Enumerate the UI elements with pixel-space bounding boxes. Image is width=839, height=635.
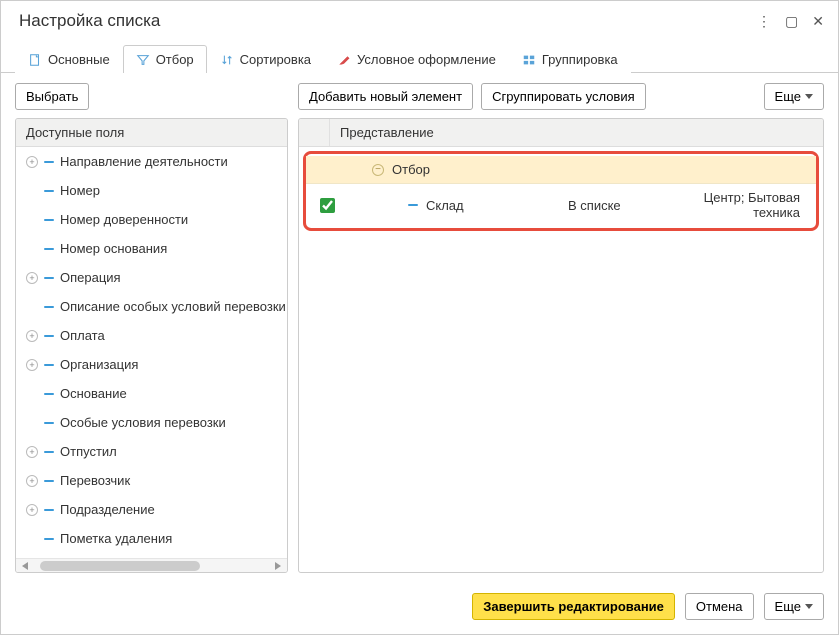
field-label: Отпустил [60,444,117,459]
footer: Завершить редактирование Отмена Еще [1,583,838,630]
finish-button[interactable]: Завершить редактирование [472,593,675,620]
field-label: Основание [60,386,127,401]
field-row[interactable]: + Подразделение [16,495,287,524]
field-row[interactable]: + Направление деятельности [16,147,287,176]
titlebar: Настройка списка ⋮ ▢ ✕ [1,1,838,39]
field-icon [44,161,54,163]
condition-value: Центр; Бытовая техника [688,190,806,220]
field-label: Номер доверенности [60,212,188,227]
tab-grouping[interactable]: Группировка [509,45,631,73]
field-row[interactable]: + Отпустил [16,437,287,466]
field-label: Направление деятельности [60,154,228,169]
maximize-icon[interactable]: ▢ [785,14,798,28]
cancel-button[interactable]: Отмена [685,593,754,620]
field-label: Операция [60,270,121,285]
tab-conditional[interactable]: Условное оформление [324,45,509,73]
field-icon [44,306,54,308]
group-icon [522,53,536,67]
field-icon [44,277,54,279]
field-label: Перевозчик [60,473,130,488]
field-icon [44,538,54,540]
horizontal-scrollbar[interactable] [16,558,287,572]
field-row[interactable]: + Оплата [16,321,287,350]
collapse-icon[interactable]: − [372,164,384,176]
expand-icon[interactable]: + [26,475,38,487]
tab-label: Сортировка [240,52,311,67]
expand-icon[interactable]: + [26,446,38,458]
tab-bar: Основные Отбор Сортировка Условное оформ… [1,39,838,73]
field-icon [44,219,54,221]
field-icon [44,422,54,424]
field-row[interactable]: +Пометка удаления [16,524,287,553]
condition-field: Склад [426,198,464,213]
column-header: Представление [329,119,823,146]
group-conditions-button[interactable]: Сгруппировать условия [481,83,646,110]
document-icon [28,53,42,67]
expand-icon[interactable]: + [26,330,38,342]
field-icon [44,248,54,250]
field-row[interactable]: +Описание особых условий перевозки [16,292,287,321]
close-icon[interactable]: ✕ [812,14,824,28]
field-row[interactable]: + Перевозчик [16,466,287,495]
kebab-menu-icon[interactable]: ⋮ [757,14,771,28]
expand-icon[interactable]: + [26,272,38,284]
available-fields-panel: Доступные поля + Направление деятельности… [15,118,288,573]
field-icon [44,480,54,482]
window-title: Настройка списка [19,11,757,31]
field-row[interactable]: + Операция [16,263,287,292]
tab-sort[interactable]: Сортировка [207,45,324,73]
field-row[interactable]: +Номер основания [16,234,287,263]
filter-condition-row[interactable]: Склад В списке Центр; Бытовая техника [306,184,816,226]
field-icon [44,364,54,366]
field-label: Пометка удаления [60,531,172,546]
field-row[interactable]: +Особые условия перевозки [16,408,287,437]
condition-operator: В списке [568,198,688,213]
expand-icon[interactable]: + [26,156,38,168]
field-label: Номер основания [60,241,167,256]
field-icon [44,393,54,395]
highlight-box: − Отбор Склад В списке Центр; Бытовая те… [303,151,819,231]
field-icon [44,335,54,337]
expand-icon[interactable]: + [26,504,38,516]
tab-label: Отбор [156,52,194,67]
select-button[interactable]: Выбрать [15,83,89,110]
field-label: Особые условия перевозки [60,415,226,430]
funnel-icon [136,53,150,67]
tab-label: Группировка [542,52,618,67]
panel-header: Доступные поля [16,119,287,147]
brush-icon [337,53,351,67]
field-label: Подразделение [60,502,155,517]
tab-main[interactable]: Основные [15,45,123,73]
field-label: Номер [60,183,100,198]
field-row[interactable]: +Номер [16,176,287,205]
field-icon [408,204,418,206]
field-row[interactable]: +Основание [16,379,287,408]
footer-more-button[interactable]: Еще [764,593,824,620]
representation-header: Представление [299,119,823,147]
field-icon [44,190,54,192]
field-label: Организация [60,357,138,372]
more-button[interactable]: Еще [764,83,824,110]
expand-icon[interactable]: + [26,359,38,371]
field-icon [44,509,54,511]
chevron-down-icon [805,604,813,609]
representation-panel: Представление − Отбор Склад В списке Цен… [298,118,824,573]
field-row[interactable]: +Номер доверенности [16,205,287,234]
field-label: Описание особых условий перевозки [60,299,286,314]
field-icon [44,451,54,453]
field-list[interactable]: +Направление деятельности+Номер+Номер до… [16,147,287,558]
tab-label: Условное оформление [357,52,496,67]
field-row[interactable]: + Организация [16,350,287,379]
filter-group-row[interactable]: − Отбор [306,156,816,184]
tab-label: Основные [48,52,110,67]
chevron-down-icon [805,94,813,99]
condition-checkbox[interactable] [320,198,335,213]
add-element-button[interactable]: Добавить новый элемент [298,83,473,110]
group-label: Отбор [392,162,430,177]
tab-filter[interactable]: Отбор [123,45,207,73]
sort-icon [220,53,234,67]
field-label: Оплата [60,328,105,343]
